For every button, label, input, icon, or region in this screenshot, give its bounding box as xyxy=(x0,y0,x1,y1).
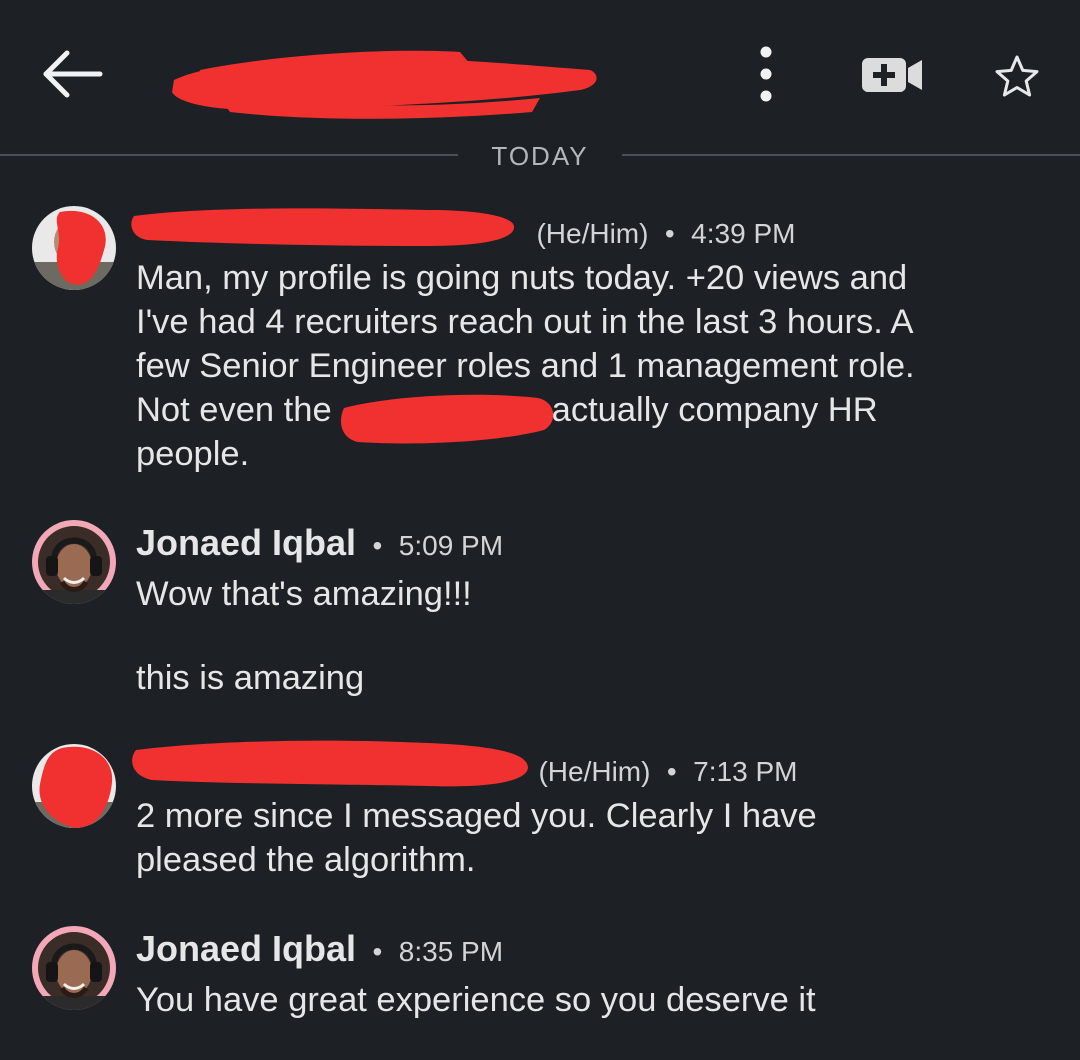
message-body: Wow that's amazing!!! this is amazing xyxy=(136,572,1036,700)
day-label: TODAY xyxy=(491,141,589,171)
separator-dot: • xyxy=(372,530,383,561)
message-line: people. xyxy=(136,435,250,473)
conversation-screen: TODAY (He/Him) • 4:39 PM Man, my profile… xyxy=(0,0,1080,1060)
message-line: this is amazing xyxy=(136,659,365,697)
avatar[interactable] xyxy=(32,206,116,290)
message-time: 4:39 PM xyxy=(691,218,796,249)
message-line: I've had 4 recruiters reach out in the l… xyxy=(136,303,914,341)
star-button[interactable] xyxy=(992,52,1042,100)
message-time: 5:09 PM xyxy=(398,530,504,561)
divider-line-right xyxy=(622,154,1080,156)
message-group: (He/Him) • 7:13 PM 2 more since I messag… xyxy=(0,736,1080,896)
message-line-part: Not even the xyxy=(136,391,332,429)
message-time: 7:13 PM xyxy=(693,756,798,787)
conversation-title-redacted xyxy=(160,40,610,120)
sender-name-redaction xyxy=(131,208,515,246)
message-group: Jonaed Iqbal • 8:35 PM You have great ex… xyxy=(0,922,1080,1032)
message-line: 2 more since I messaged you. Clearly I h… xyxy=(136,797,817,835)
message-body: Man, my profile is going nuts today. +20… xyxy=(136,256,1036,476)
message-body: 2 more since I messaged you. Clearly I h… xyxy=(136,794,1036,882)
separator-dot: • xyxy=(664,218,675,249)
arrow-left-icon xyxy=(43,50,103,98)
video-call-add-icon xyxy=(862,58,922,92)
avatar[interactable] xyxy=(32,520,116,604)
message-group: Jonaed Iqbal • 5:09 PM Wow that's amazin… xyxy=(0,516,1080,706)
star-outline-icon xyxy=(995,55,1039,97)
message-line: few Senior Engineer roles and 1 manageme… xyxy=(136,347,915,385)
divider-line-left xyxy=(0,154,458,156)
top-app-bar xyxy=(0,0,1080,150)
message-body: You have great experience so you deserve… xyxy=(136,978,1036,1022)
separator-dot: • xyxy=(666,756,677,787)
day-divider: TODAY xyxy=(0,140,1080,172)
sender-name[interactable]: Jonaed Iqbal xyxy=(136,522,356,563)
more-options-button[interactable] xyxy=(742,42,790,108)
text-redaction xyxy=(340,394,554,444)
back-button[interactable] xyxy=(40,48,106,102)
video-call-button[interactable] xyxy=(858,52,928,98)
message-meta: Jonaed Iqbal • 8:35 PM xyxy=(136,928,503,972)
sender-pronouns: (He/Him) xyxy=(536,218,649,249)
sender-name-redaction xyxy=(132,740,528,787)
message-group: (He/Him) • 4:39 PM Man, my profile is go… xyxy=(0,200,1080,490)
message-time: 8:35 PM xyxy=(398,936,504,967)
sender-name[interactable]: Jonaed Iqbal xyxy=(136,928,356,969)
message-line-part: actually company HR xyxy=(551,391,878,429)
sender-pronouns: (He/Him) xyxy=(538,756,651,787)
message-line: You have great experience so you deserve… xyxy=(136,981,816,1019)
message-line: pleased the algorithm. xyxy=(136,841,476,879)
message-line: Wow that's amazing!!! xyxy=(136,575,472,613)
message-meta: Jonaed Iqbal • 5:09 PM xyxy=(136,522,503,566)
message-line: Man, my profile is going nuts today. +20… xyxy=(136,259,908,297)
separator-dot: • xyxy=(372,936,383,967)
avatar[interactable] xyxy=(32,926,116,1010)
vertical-dots-icon xyxy=(760,46,772,102)
avatar[interactable] xyxy=(32,744,116,828)
message-line: Not even the actually company HR xyxy=(136,388,1036,432)
